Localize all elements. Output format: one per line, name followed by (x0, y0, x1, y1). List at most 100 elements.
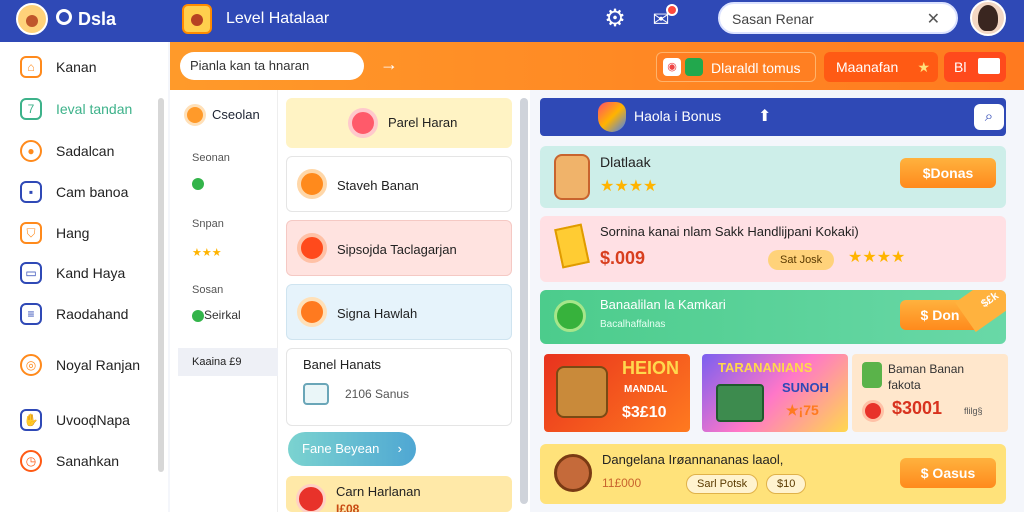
clock-icon: ◷ (20, 450, 42, 472)
sidebar-item-hang[interactable]: ⛉ Hang (0, 218, 160, 248)
bonus-badge: $10 (766, 474, 807, 494)
app-title: Dsla (78, 9, 117, 29)
bonus-header: Haola i Bonus ⬆ ⌕ (540, 98, 1006, 136)
top-search-input[interactable] (732, 10, 912, 28)
square-icon: 7 (20, 98, 42, 120)
sidebar-item-sanahkan[interactable]: ◷ Sanahkan (0, 446, 160, 476)
player-avatar (554, 154, 590, 200)
bonus-tag[interactable]: Sarl Potsk (686, 474, 759, 494)
game-tile-subtitle: MANDAL (624, 384, 668, 395)
mail-button[interactable]: Bl (944, 52, 1006, 82)
bonus-card-label: Banel Hanats (303, 357, 382, 372)
list-card-label: Signa Hawlah (337, 306, 418, 321)
card-icon: ▪ (20, 181, 42, 203)
action-bar: Pianla kan ta hnaran → ◉ Dlaraldl tomus … (170, 42, 1024, 90)
book-icon (716, 384, 764, 422)
bonus-value: 2106 Sanus (345, 387, 410, 401)
bonus-header-title: Haola i Bonus (634, 108, 722, 124)
filter-label: Seonan (192, 152, 230, 164)
bonus-row-value: $.009 (600, 248, 646, 268)
shield-icon: ⛉ (20, 222, 42, 244)
ticket-icon (554, 223, 590, 269)
gem-icon (554, 300, 586, 332)
game-tile[interactable]: TARANANIANS SUNOH ★¡75 (702, 354, 848, 432)
badge-icon (297, 233, 327, 263)
chest-icon (297, 297, 327, 327)
game-tile[interactable]: Baman Banan fakota $3001 flilg§ (852, 354, 1008, 432)
ticket-icon (303, 383, 329, 405)
filter-title-label: Cseolan (212, 107, 260, 122)
list-card[interactable]: Staveh Banan (286, 156, 512, 212)
sidebar-item-level[interactable]: 7 Ieval tandan (0, 94, 160, 124)
arrow-right-icon[interactable]: → (380, 54, 398, 75)
sidebar-item-sadalcan[interactable]: ● Sadalcan (0, 136, 160, 166)
app-logo-avatar[interactable] (16, 3, 48, 35)
top-search-box[interactable]: ✕ (718, 2, 958, 34)
level-avatar[interactable] (182, 4, 212, 34)
list-card-value: I£08 (336, 502, 360, 512)
filter-title[interactable]: Cseolan (184, 104, 274, 126)
list-scrollbar[interactable] (520, 98, 528, 504)
sidebar: ⌂ Kanan 7 Ieval tandan ● Sadalcan ▪ Cam … (0, 42, 168, 512)
sidebar-item-kand[interactable]: ▭ Kand Haya (0, 258, 160, 288)
scroll-icon (297, 169, 327, 199)
coin-icon: ◉ (663, 58, 681, 76)
user-icon: ● (20, 140, 42, 162)
game-tile-title: HEION (622, 358, 680, 378)
bonus-row[interactable]: Sornina kanai nlam Sakk Handlijpani Koka… (540, 216, 1006, 282)
hand-icon: ✋ (20, 409, 42, 431)
game-tile[interactable]: HEION MANDAL $3£10 (544, 354, 690, 432)
bonus-claim-button[interactable]: $ Oasus (900, 458, 996, 488)
filter-icon (184, 104, 206, 126)
sidebar-item-label: UvooḑNapa (56, 412, 130, 428)
sidebar-item-home[interactable]: ⌂ Kanan (0, 52, 160, 82)
sidebar-item-noyal[interactable]: ◎ Noyal Ranjan (0, 350, 160, 380)
sidebar-item-card[interactable]: ▪ Cam banoa (0, 177, 160, 207)
gift-icon (685, 58, 703, 76)
filter-option[interactable]: Seirkal (204, 308, 241, 322)
fane-beyean-button[interactable]: Fane Beyean › (288, 432, 416, 466)
target-icon (348, 108, 378, 138)
game-tile-title: TARANANIANS (718, 360, 813, 375)
notification-badge (666, 4, 678, 16)
list-card[interactable]: Carn Harlanan I£08 (286, 476, 512, 512)
character-icon (862, 362, 882, 388)
level-title: Level Hatalaar (226, 10, 330, 27)
sidebar-item-label: Raodahand (56, 306, 129, 322)
bonus-row-text: Banaalilan la Kamkari (600, 297, 726, 312)
bonus-row-text: Sornina kanai nlam Sakk Handlijpani Koka… (600, 224, 859, 239)
bonus-row-name: Dlatlaak (600, 154, 651, 170)
sidebar-scrollbar[interactable] (158, 98, 164, 472)
list-card[interactable]: Signa Hawlah (286, 284, 512, 340)
chevron-right-icon: › (397, 441, 402, 456)
mail-label: Bl (954, 59, 967, 75)
arrow-up-icon[interactable]: ⬆ (758, 106, 771, 126)
profile-avatar[interactable] (970, 0, 1006, 36)
bonus-panel: Haola i Bonus ⬆ ⌕ Dlatlaak ★★★★ $Donas S… (530, 90, 1024, 512)
bonus-row[interactable]: Dangelana Irøannananas laaol, 11£000 Sar… (540, 444, 1006, 504)
top-bar: Dsla Level Hatalaar ⚙ ✉ ✕ (0, 0, 1024, 42)
search-icon[interactable]: ⌕ (974, 104, 1004, 130)
favourite-button[interactable]: Maanafan ★ (824, 52, 938, 82)
bonus-claim-button[interactable]: $Donas (900, 158, 996, 188)
tomato-icon (296, 484, 326, 512)
sidebar-item-label: Kanan (56, 59, 97, 75)
bonus-card[interactable]: Banel Hanats 2106 Sanus (286, 348, 512, 426)
game-tile-line1: Baman Banan (888, 362, 965, 376)
daily-bonus-button[interactable]: ◉ Dlaraldl tomus (656, 52, 816, 82)
game-tile-value: $3001 (892, 398, 943, 418)
bonus-tag[interactable]: Sat Josk (768, 250, 835, 270)
filter-footer[interactable]: Kaaina £9 (178, 348, 278, 376)
list-card[interactable]: Sipsojda Taclagarjan (286, 220, 512, 276)
status-dot-icon (192, 178, 204, 190)
action-search-field[interactable]: Pianla kan ta hnaran (180, 52, 364, 80)
bonus-row[interactable]: Banaalilan la Kamkari Bacalhaffalnas $ D… (540, 290, 1006, 344)
gear-icon[interactable]: ⚙ (602, 6, 628, 32)
filter-label: Sosan (192, 284, 224, 296)
list-card[interactable]: Parel Haran (286, 98, 512, 148)
bonus-row[interactable]: Dlatlaak ★★★★ $Donas (540, 146, 1006, 208)
clear-search-icon[interactable]: ✕ (927, 9, 940, 29)
sidebar-item-uvood[interactable]: ✋ UvooḑNapa (0, 405, 160, 435)
sidebar-item-raodahand[interactable]: ≡ Raodahand (0, 299, 160, 329)
home-icon: ⌂ (20, 56, 42, 78)
